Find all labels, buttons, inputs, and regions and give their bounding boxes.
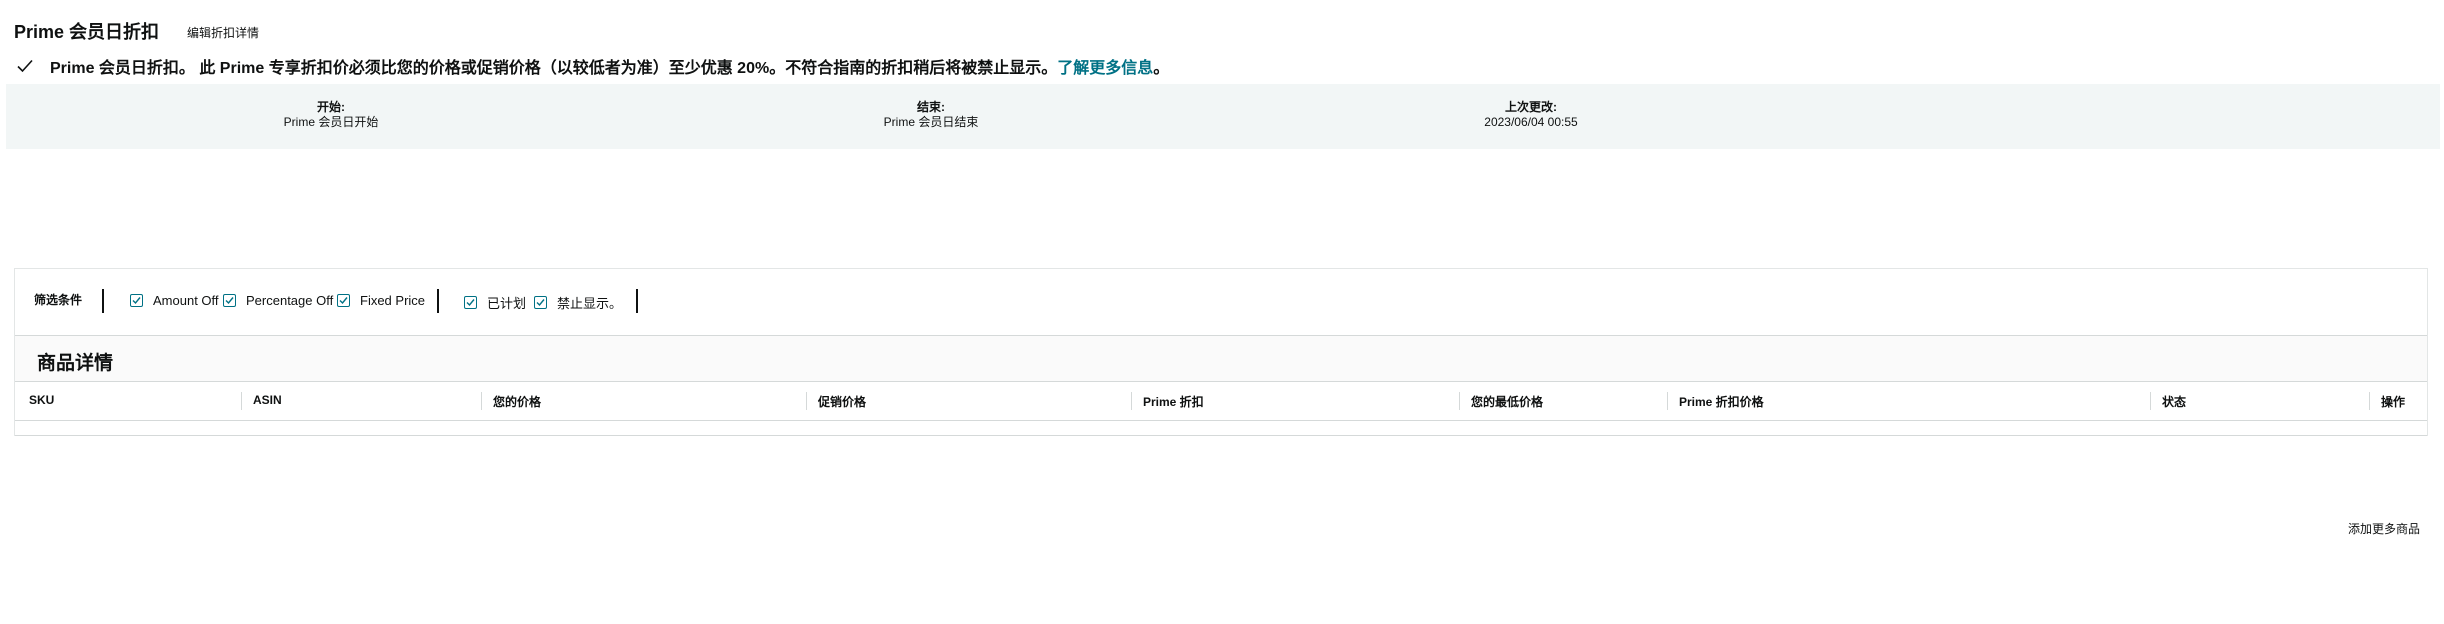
last-updated: 上次更改: 2023/06/04 00:55 (1466, 100, 1596, 130)
filter-and-products-panel: 筛选条件 Amount Off Percentage Off Fixed Pri… (14, 268, 2428, 436)
filter-fixed-price[interactable]: Fixed Price (337, 293, 425, 308)
product-details-header: 商品详情 (15, 336, 2427, 382)
filter-bar: 筛选条件 Amount Off Percentage Off Fixed Pri… (15, 269, 2427, 335)
column-separator (806, 392, 807, 410)
end-date: 结束: Prime 会员日结束 (866, 100, 996, 130)
filter-suppressed[interactable]: 禁止显示。 (534, 293, 622, 312)
column-header-your-price[interactable]: 您的价格 (493, 393, 541, 410)
filter-divider (437, 289, 439, 313)
filter-percentage-off[interactable]: Percentage Off (223, 293, 333, 308)
checkbox-checked-icon[interactable] (337, 294, 350, 307)
column-header-lowest-price[interactable]: 您的最低价格 (1471, 393, 1543, 410)
column-separator (1131, 392, 1132, 410)
filter-scheduled[interactable]: 已计划 (464, 293, 526, 312)
checkbox-checked-icon[interactable] (534, 296, 547, 309)
start-date: 开始: Prime 会员日开始 (266, 100, 396, 130)
prime-notice: Prime 会员日折扣。 此 Prime 专享折扣价必须比您的价格或促销价格（以… (16, 54, 1169, 78)
table-body (15, 421, 2427, 436)
checkbox-checked-icon[interactable] (223, 294, 236, 307)
filter-option-label: Amount Off (153, 293, 219, 308)
column-separator (241, 392, 242, 410)
product-details-section: 商品详情 SKU ASIN 您的价格 促销价格 Prime 折扣 您的最低价格 … (15, 335, 2427, 437)
filter-label: 筛选条件 (34, 293, 83, 307)
learn-more-link[interactable]: 了解更多信息 (1057, 54, 1153, 78)
column-header-prime-discount-price[interactable]: Prime 折扣价格 (1679, 393, 1764, 410)
column-separator (1459, 392, 1460, 410)
edit-discount-details-link[interactable]: 编辑折扣详情 (187, 24, 259, 41)
filter-divider (102, 289, 104, 313)
column-header-prime-discount[interactable]: Prime 折扣 (1143, 393, 1204, 410)
filter-option-label: Fixed Price (360, 293, 426, 308)
column-header-status[interactable]: 状态 (2162, 393, 2186, 410)
filter-option-label: 禁止显示。 (557, 296, 623, 311)
checkbox-checked-icon[interactable] (130, 294, 143, 307)
date-panel: 开始: Prime 会员日开始 结束: Prime 会员日结束 上次更改: 20… (6, 84, 2440, 149)
column-separator (481, 392, 482, 410)
column-separator (2369, 392, 2370, 410)
check-icon (17, 59, 33, 73)
filter-amount-off[interactable]: Amount Off (130, 293, 219, 308)
product-details-title: 商品详情 (37, 353, 114, 374)
end-value: Prime 会员日结束 (883, 115, 979, 129)
add-more-products-link[interactable]: 添加更多商品 (2348, 520, 2420, 537)
end-label: 结束: (917, 100, 945, 114)
updated-label: 上次更改: (1505, 100, 1557, 114)
column-header-actions[interactable]: 操作 (2381, 393, 2405, 410)
filter-option-label: 已计划 (487, 296, 527, 311)
column-header-sku[interactable]: SKU (29, 393, 54, 407)
start-label: 开始: (317, 100, 345, 114)
column-header-asin[interactable]: ASIN (253, 393, 282, 407)
column-separator (1667, 392, 1668, 410)
notice-suffix: 。 (1153, 60, 1170, 77)
notice-text: Prime 会员日折扣。 此 Prime 专享折扣价必须比您的价格或促销价格（以… (50, 60, 1058, 77)
filter-option-label: Percentage Off (246, 293, 334, 308)
filter-divider (636, 289, 638, 313)
column-separator (2150, 392, 2151, 410)
page-title: Prime 会员日折扣 (14, 22, 160, 42)
checkbox-checked-icon[interactable] (464, 296, 477, 309)
start-value: Prime 会员日开始 (283, 115, 379, 129)
updated-value: 2023/06/04 00:55 (1484, 115, 1578, 129)
table-header: SKU ASIN 您的价格 促销价格 Prime 折扣 您的最低价格 Prime… (15, 381, 2427, 421)
column-header-sale-price[interactable]: 促销价格 (818, 393, 866, 410)
